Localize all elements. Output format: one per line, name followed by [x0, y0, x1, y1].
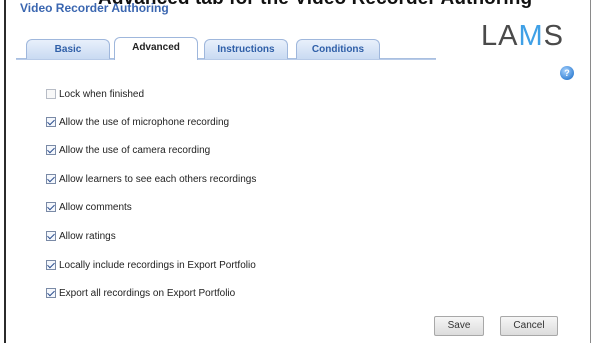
option-allow-comments[interactable]: Allow comments — [46, 200, 132, 214]
checkbox-allow-microphone[interactable] — [46, 117, 56, 127]
option-label: Export all recordings on Export Portfoli… — [59, 287, 236, 299]
checkbox-locally-include-recordings[interactable] — [46, 260, 56, 270]
option-allow-ratings[interactable]: Allow ratings — [46, 229, 116, 243]
option-allow-see-others[interactable]: Allow learners to see each others record… — [46, 172, 256, 186]
tab-content-divider — [16, 59, 436, 60]
logo-text-2: M — [518, 20, 544, 52]
option-label: Allow the use of camera recording — [59, 144, 211, 156]
option-label: Allow learners to see each others record… — [59, 173, 257, 185]
checkbox-allow-camera[interactable] — [46, 145, 56, 155]
option-label: Allow the use of microphone recording — [59, 116, 230, 128]
option-label: Lock when finished — [59, 88, 145, 100]
option-lock-when-finished[interactable]: Lock when finished — [46, 87, 144, 101]
tab-instructions[interactable]: Instructions — [204, 39, 288, 59]
option-label: Allow comments — [59, 201, 132, 213]
window-title: Video Recorder Authoring — [20, 1, 169, 15]
logo-text-1: LA — [481, 20, 519, 52]
checkbox-lock-when-finished[interactable] — [46, 89, 56, 99]
tab-bar: Basic Advanced Instructions Conditions — [16, 37, 436, 60]
checkbox-allow-comments[interactable] — [46, 202, 56, 212]
save-button[interactable]: Save — [434, 316, 484, 336]
option-label: Allow ratings — [59, 230, 116, 242]
option-allow-microphone[interactable]: Allow the use of microphone recording — [46, 115, 229, 129]
checkbox-allow-ratings[interactable] — [46, 231, 56, 241]
tab-basic[interactable]: Basic — [26, 39, 110, 59]
checkbox-allow-see-others[interactable] — [46, 174, 56, 184]
checkbox-export-all-recordings[interactable] — [46, 288, 56, 298]
option-export-all-recordings[interactable]: Export all recordings on Export Portfoli… — [46, 286, 235, 300]
tab-advanced[interactable]: Advanced — [114, 37, 198, 60]
cancel-button[interactable]: Cancel — [500, 316, 558, 336]
option-label: Locally include recordings in Export Por… — [59, 259, 256, 271]
tab-conditions[interactable]: Conditions — [296, 39, 380, 59]
option-allow-camera[interactable]: Allow the use of camera recording — [46, 143, 210, 157]
option-locally-include-recordings[interactable]: Locally include recordings in Export Por… — [46, 258, 256, 272]
lams-logo: LAMS — [481, 20, 564, 53]
help-icon[interactable]: ? — [560, 66, 574, 80]
authoring-window: Video Recorder Authoring LAMS Basic Adva… — [4, 0, 591, 343]
logo-text-3: S — [543, 20, 564, 52]
